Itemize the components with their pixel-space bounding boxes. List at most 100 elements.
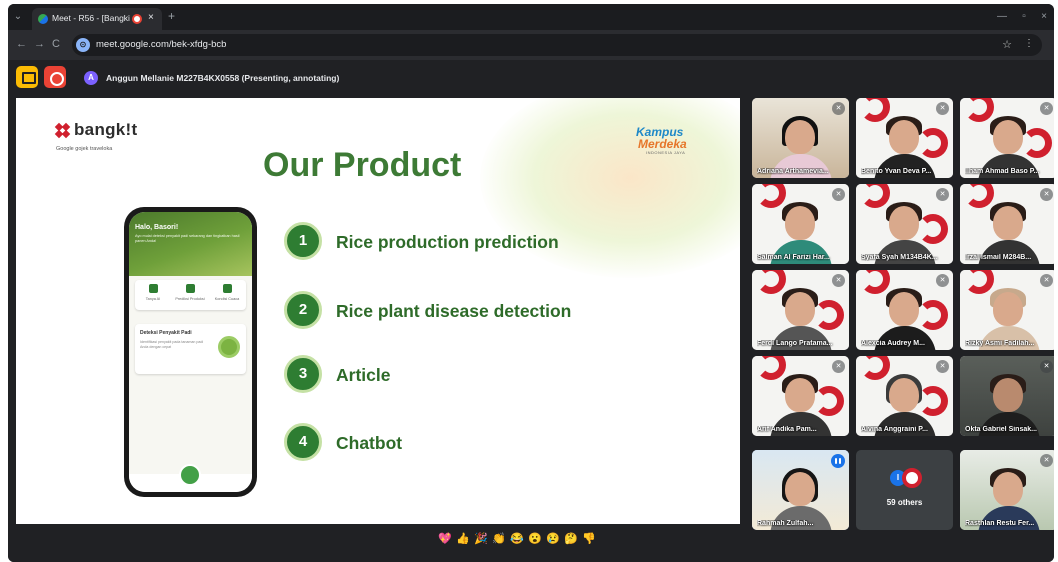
phone-scan-button-icon [179,464,201,486]
mic-off-icon: ✕ [832,274,845,287]
reaction-laugh-button[interactable]: 😂 [510,532,524,546]
product-label: Chatbot [336,433,403,453]
product-label: Article [336,365,391,385]
leaf-icon [148,284,158,293]
browser-tab-meet[interactable]: Meet - R56 - [Bangkit 2024 × [32,8,162,30]
present-screen-button[interactable] [16,66,38,88]
bangkit-mark-icon [54,122,71,139]
site-info-icon[interactable]: ⊙ [76,38,90,52]
others-avatar-icon [902,468,922,488]
browser-tab-bar: ⌄ Meet - R56 - [Bangkit 2024 × + — ▫ × [8,4,1054,30]
participant-tile[interactable]: ✕ Ferdi Lango Pratama... [752,270,849,350]
browser-menu-icon[interactable]: ⋮ [1024,38,1034,49]
mic-off-icon: ✕ [936,274,949,287]
forward-button[interactable]: → [34,38,45,50]
participant-name: Alexcia Audrey M... [861,340,925,347]
mic-off-icon: ✕ [936,188,949,201]
meeting-stage: bangk!t Google gojek traveloka Kampus Me… [8,92,1054,562]
window-minimize-button[interactable]: — [996,11,1008,23]
new-tab-button[interactable]: + [168,9,175,23]
reaction-bar: 💖 👍 🎉 👏 😂 😮 😢 🤔 👎 [438,532,596,554]
url-omnibox[interactable]: ⊙ meet.google.com/bek-xfdg-bcb ☆ ⋮ [72,34,1042,56]
slide-title: Our Product [263,146,462,184]
participant-tile[interactable]: ✕ Alvina Anggraini P... [856,356,953,436]
phone-greeting-subtitle: Ayo mulai deteksi penyakit padi sekarang… [135,234,240,243]
url-text[interactable]: meet.google.com/bek-xfdg-bcb [96,39,226,50]
mic-off-icon: ✕ [832,360,845,373]
tab-close-icon[interactable]: × [148,12,154,23]
participant-tile[interactable]: ✕ Syafa Syah M134B4K... [856,184,953,264]
participant-name: Benito Yvan Deva P... [861,168,932,175]
cloud-icon [222,284,232,293]
presenter-avatar: A [84,71,98,85]
window-maximize-button[interactable]: ▫ [1018,11,1030,23]
phone-menu-weather: Kondisi Cuaca [209,284,245,301]
participant-tile[interactable]: ✕ Benito Yvan Deva P... [856,98,953,178]
phone-mockup: Halo, Basori! Ayo mulai deteksi penyakit… [124,207,257,497]
participant-tile[interactable]: ✕ Alexcia Audrey M... [856,270,953,350]
scan-icon [218,336,240,358]
participant-tile[interactable]: ✕ Ilham Ahmad Baso P... [960,98,1054,178]
participant-tile[interactable]: ✕ Okta Gabriel Sinsak... [960,356,1054,436]
reaction-party-button[interactable]: 🎉 [474,532,488,546]
reaction-thumbs-up-button[interactable]: 👍 [456,532,470,546]
back-button[interactable]: ← [16,38,27,50]
stop-recording-button[interactable] [44,66,66,88]
product-number: 1 [284,222,322,260]
bookmark-star-icon[interactable]: ☆ [1002,38,1012,51]
meet-favicon-icon [38,14,48,24]
product-number: 3 [284,355,322,393]
km-line-3: INDONESIA JAYA [646,150,686,155]
mic-off-icon: ✕ [1040,454,1053,467]
presentation-bar: A Anggun Mellanie M227B4KX0558 (Presenti… [8,60,1054,92]
reload-button[interactable]: C [52,38,60,50]
window-close-button[interactable]: × [1038,11,1050,23]
participant-name: Rahmah Zulfah... [757,520,814,527]
participant-tile[interactable]: ✕ Adriana Arthamevia... [752,98,849,178]
participant-tile-speaking[interactable]: Rahmah Zulfah... [752,450,849,530]
presenter-label: Anggun Mellanie M227B4KX0558 (Presenting… [106,73,340,83]
mic-off-icon: ✕ [832,102,845,115]
presented-slide: bangk!t Google gojek traveloka Kampus Me… [16,98,740,524]
others-count-label: 59 others [886,498,923,507]
participant-name: Salman Al Farizi Har... [757,254,830,261]
mic-off-icon: ✕ [1040,102,1053,115]
participant-name: Ferdi Lango Pratama... [757,340,833,347]
mic-off-icon: ✕ [832,188,845,201]
speaking-indicator-icon [831,454,845,468]
participant-tile[interactable]: ✕ Arif Andika Pam... [752,356,849,436]
tab-search-icon[interactable]: ⌄ [12,11,24,23]
phone-greeting: Halo, Basori! [135,224,179,231]
participant-tile[interactable]: ✕ Irzal Ismail M284B... [960,184,1054,264]
mic-off-icon: ✕ [936,102,949,115]
participant-name: Ilham Ahmad Baso P... [965,168,1040,175]
participant-name: Okta Gabriel Sinsak... [965,426,1037,433]
reaction-clap-button[interactable]: 👏 [492,532,506,546]
reaction-thinking-button[interactable]: 🤔 [564,532,578,546]
detection-card-desc: Identifikasi penyakit pada tanaman padi … [140,340,204,349]
product-number: 2 [284,291,322,329]
phone-menu-ai: Tanya AI [135,284,171,301]
reaction-surprised-button[interactable]: 😮 [528,532,542,546]
participant-name: Irzal Ismail M284B... [965,254,1032,261]
participant-name: Adriana Arthamevia... [757,168,829,175]
reaction-sad-button[interactable]: 😢 [546,532,560,546]
mic-off-icon: ✕ [1040,360,1053,373]
reaction-heart-button[interactable]: 💖 [438,532,452,546]
participant-tile[interactable]: ✕ Salman Al Farizi Har... [752,184,849,264]
mic-off-icon: ✕ [1040,188,1053,201]
participant-name: Rasthlan Restu Fer... [965,520,1035,527]
others-tile[interactable]: I 59 others [856,450,953,530]
participant-tile[interactable]: ✕ Rizky Asmi Fadilah... [960,270,1054,350]
phone-screen: Halo, Basori! Ayo mulai deteksi penyakit… [129,212,252,492]
reaction-thumbs-down-button[interactable]: 👎 [582,532,596,546]
participant-name: Rizky Asmi Fadilah... [965,340,1035,347]
kampus-merdeka-logo: Kampus Merdeka INDONESIA JAYA [636,126,706,155]
participant-tile[interactable]: ✕ Rasthlan Restu Fer... [960,450,1054,530]
bangkit-wordmark: bangk!t [74,120,138,139]
product-number: 4 [284,423,322,461]
participant-name: Syafa Syah M134B4K... [861,254,938,261]
mic-off-icon: ✕ [1040,274,1053,287]
phone-menu-card: Tanya AI Prediksi Produksi Kondisi Cuaca [135,280,246,310]
km-line-2: Merdeka [638,137,687,151]
